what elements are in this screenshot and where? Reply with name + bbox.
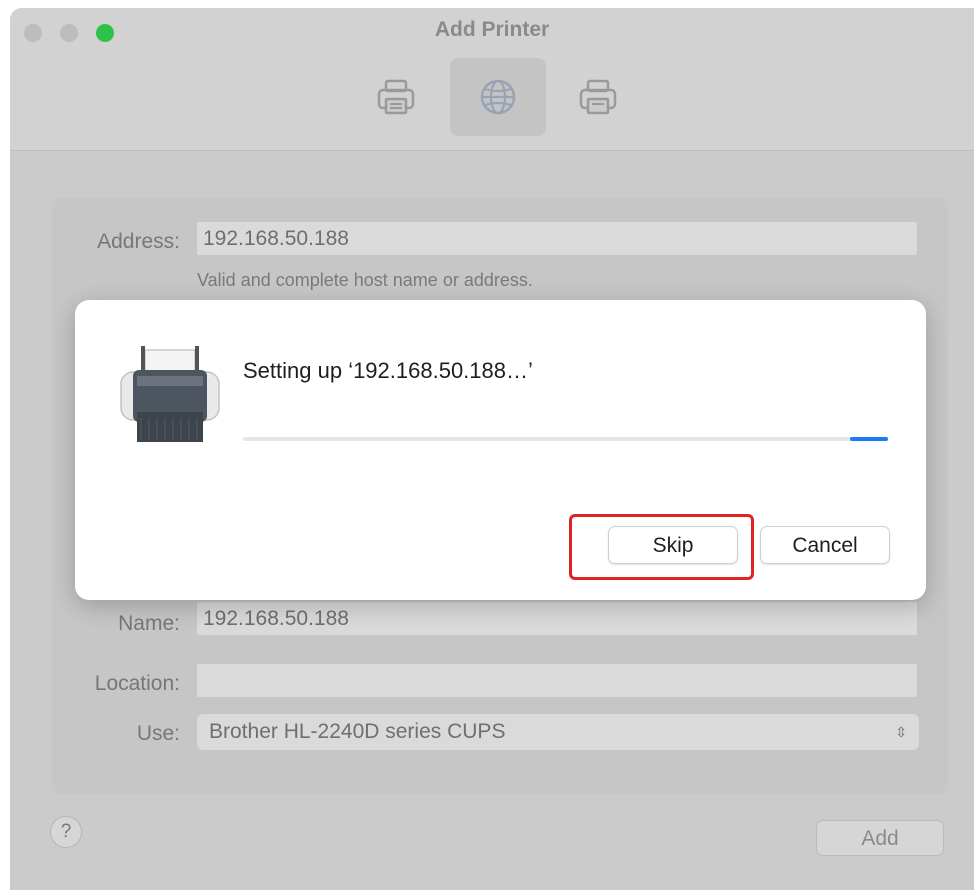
name-label: Name: [118, 612, 180, 635]
name-field[interactable]: 192.168.50.188 [197, 602, 917, 635]
globe-icon [480, 79, 516, 115]
location-label: Location: [94, 672, 180, 695]
progress-indicator [850, 437, 888, 441]
window-titlebar: Add Printer [10, 8, 974, 151]
add-button[interactable]: Add [816, 820, 944, 856]
printer-icon [377, 79, 415, 115]
help-button[interactable]: ? [50, 816, 82, 848]
setup-progress-dialog: Setting up ‘192.168.50.188…’ Skip Cancel [75, 300, 926, 600]
skip-highlight-box [569, 514, 754, 580]
toolbar-windows-tab[interactable] [550, 58, 646, 136]
use-label: Use: [136, 722, 180, 745]
setup-message: Setting up ‘192.168.50.188…’ [243, 358, 533, 383]
address-field[interactable]: 192.168.50.188 [197, 222, 917, 255]
toolbar-default-printer-tab[interactable] [348, 58, 444, 136]
toolbar-ip-tab[interactable] [450, 58, 546, 136]
printer-icon [579, 79, 617, 115]
printer-icon [120, 346, 220, 442]
address-hint: Valid and complete host name or address. [197, 270, 533, 290]
driver-select-value: Brother HL-2240D series CUPS [209, 720, 506, 743]
location-field[interactable] [197, 664, 917, 697]
chevron-updown-icon: ⇳ [895, 724, 907, 740]
setup-progress-bar [243, 437, 888, 441]
window-title: Add Printer [434, 18, 550, 41]
address-label: Address: [97, 230, 180, 253]
driver-select[interactable]: Brother HL-2240D series CUPS ⇳ [197, 714, 919, 750]
cancel-button[interactable]: Cancel [760, 526, 890, 564]
